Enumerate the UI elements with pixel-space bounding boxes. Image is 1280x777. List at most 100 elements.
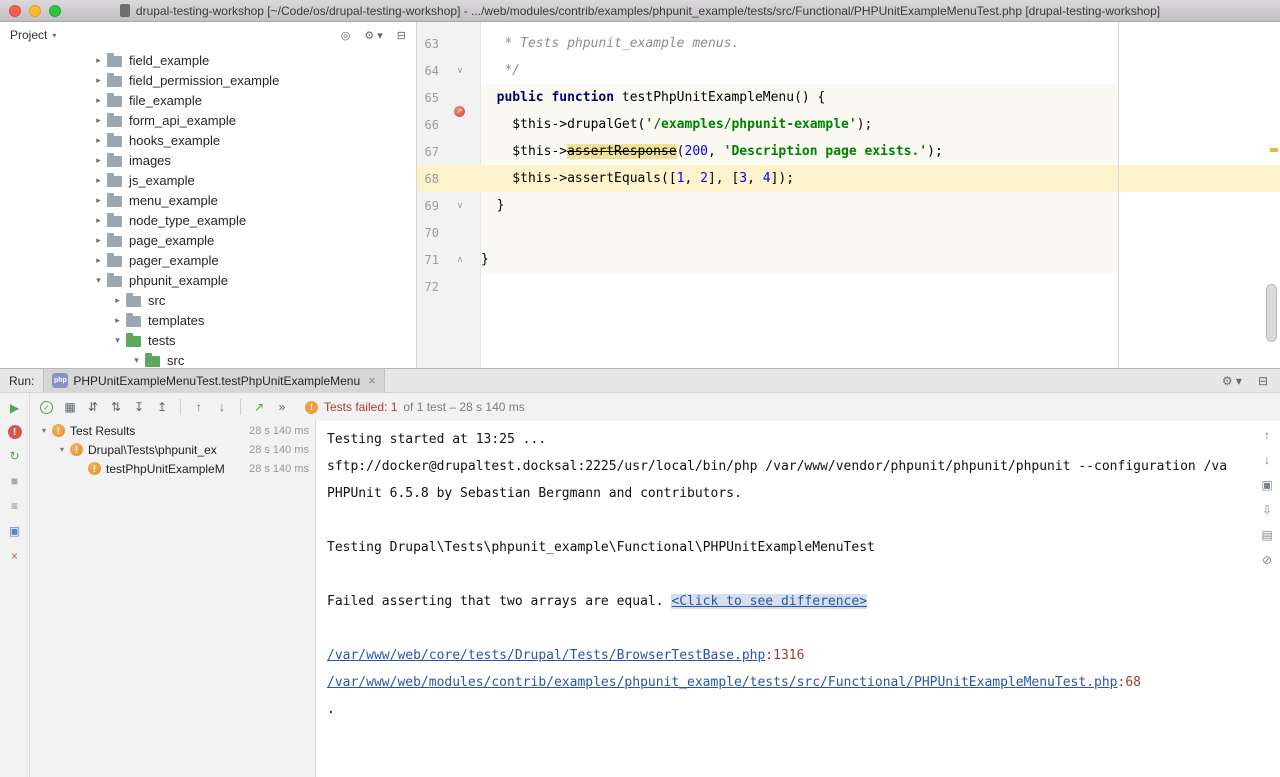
- rerun-failed-tests-button[interactable]: !: [8, 425, 22, 439]
- chevron-down-icon[interactable]: ▾: [128, 355, 145, 366]
- editor-scrollbar-thumb[interactable]: [1266, 284, 1277, 342]
- hide-passed-icon[interactable]: ✓: [40, 401, 53, 414]
- down-stack-trace-icon[interactable]: ↓: [1264, 453, 1270, 467]
- track-running-test-icon[interactable]: ▦: [61, 398, 79, 416]
- editor-gutter[interactable]: 69∨: [417, 192, 481, 219]
- close-button[interactable]: ×: [7, 548, 23, 564]
- editor-gutter[interactable]: 64∨: [417, 57, 481, 84]
- chevron-down-icon[interactable]: ▾: [52, 31, 56, 40]
- code-text[interactable]: $this->assertEquals([1, 2], [3, 4]);: [481, 165, 1280, 192]
- project-tree-item[interactable]: ▾phpunit_example: [0, 270, 416, 290]
- project-tree-item[interactable]: ▸page_example: [0, 230, 416, 250]
- editor-gutter[interactable]: 68: [417, 165, 481, 192]
- chevron-right-icon[interactable]: ▸: [90, 75, 107, 86]
- code-line[interactable]: 63 * Tests phpunit_example menus.: [417, 30, 1280, 57]
- code-text[interactable]: * Tests phpunit_example menus.: [481, 30, 1280, 57]
- project-tree-item[interactable]: ▸file_example: [0, 90, 416, 110]
- restore-layout-icon[interactable]: ▣: [1261, 478, 1272, 492]
- console-link[interactable]: /var/www/web/core/tests/Drupal/Tests/Bro…: [327, 648, 765, 663]
- chevron-right-icon[interactable]: ▸: [90, 95, 107, 106]
- test-tree-item[interactable]: ▾!Drupal\Tests\phpunit_ex28 s 140 ms: [30, 440, 315, 459]
- editor-gutter[interactable]: 71∧: [417, 246, 481, 273]
- chevron-right-icon[interactable]: ▸: [90, 255, 107, 266]
- project-tree-item[interactable]: ▸form_api_example: [0, 110, 416, 130]
- code-line[interactable]: 67 $this->assertResponse(200, 'Descripti…: [417, 138, 1280, 165]
- project-tree-item[interactable]: ▸js_example: [0, 170, 416, 190]
- up-stack-trace-icon[interactable]: ↑: [1264, 428, 1270, 442]
- chevron-right-icon[interactable]: ▸: [90, 215, 107, 226]
- stop-button[interactable]: ■: [7, 473, 23, 489]
- console-link[interactable]: <Click to see difference>: [671, 594, 867, 609]
- scroll-to-end-icon[interactable]: ⇩: [1262, 503, 1272, 517]
- editor-gutter[interactable]: 72: [417, 273, 481, 300]
- clear-console-icon[interactable]: ⊘: [1262, 553, 1272, 567]
- project-tree-item[interactable]: ▸menu_example: [0, 190, 416, 210]
- gear-icon[interactable]: ⚙ ▾: [364, 29, 382, 42]
- chevron-right-icon[interactable]: ▸: [90, 135, 107, 146]
- project-tree-item[interactable]: ▾tests: [0, 330, 416, 350]
- console-link[interactable]: /var/www/web/modules/contrib/examples/ph…: [327, 675, 1118, 690]
- dump-threads-button[interactable]: ≡: [7, 498, 23, 514]
- collapse-all-icon[interactable]: ↥: [153, 398, 171, 416]
- close-window-button[interactable]: [9, 5, 21, 17]
- console-output[interactable]: Testing started at 13:25 ...sftp://docke…: [316, 421, 1280, 777]
- project-panel-title[interactable]: Project: [10, 28, 47, 42]
- project-tree-item[interactable]: ▸src: [0, 290, 416, 310]
- code-text[interactable]: }: [481, 246, 1280, 273]
- code-line[interactable]: 71∧}: [417, 246, 1280, 273]
- editor-gutter[interactable]: 63: [417, 30, 481, 57]
- chevron-right-icon[interactable]: ▸: [90, 195, 107, 206]
- project-tree-item[interactable]: ▸field_permission_example: [0, 70, 416, 90]
- code-line[interactable]: 72: [417, 273, 1280, 300]
- toggle-auto-test-button[interactable]: ↻: [7, 448, 23, 464]
- next-failed-test-icon[interactable]: ↓: [213, 398, 231, 416]
- code-text[interactable]: [481, 219, 1280, 246]
- chevron-right-icon[interactable]: ▸: [109, 295, 126, 306]
- expand-all-icon[interactable]: ↧: [130, 398, 148, 416]
- tree-console-splitter[interactable]: [314, 420, 318, 777]
- sort-by-duration-icon[interactable]: ⇵: [84, 398, 102, 416]
- fold-marker-icon[interactable]: ∧: [439, 246, 481, 273]
- fold-marker-icon[interactable]: ∨: [439, 57, 481, 84]
- restore-layout-button[interactable]: ▣: [7, 523, 23, 539]
- chevron-right-icon[interactable]: ▸: [90, 175, 107, 186]
- chevron-right-icon[interactable]: ▸: [90, 115, 107, 126]
- chevron-down-icon[interactable]: ▾: [36, 426, 52, 435]
- close-icon[interactable]: ×: [368, 373, 376, 388]
- code-line[interactable]: 66 $this->drupalGet('/examples/phpunit-e…: [417, 111, 1280, 138]
- code-text[interactable]: public function testPhpUnitExampleMenu()…: [481, 84, 1280, 111]
- editor-run-splitter[interactable]: [0, 366, 1280, 370]
- project-tree-item[interactable]: ▸field_example: [0, 50, 416, 70]
- minimize-window-button[interactable]: [29, 5, 41, 17]
- code-line[interactable]: 64∨ */: [417, 57, 1280, 84]
- hide-panel-icon[interactable]: ⊟: [1258, 374, 1268, 388]
- chevron-down-icon[interactable]: ▾: [54, 445, 70, 454]
- rerun-button[interactable]: ▶: [7, 400, 23, 416]
- test-tree-item[interactable]: ▾!Test Results28 s 140 ms: [30, 421, 315, 440]
- code-text[interactable]: $this->assertResponse(200, 'Description …: [481, 138, 1280, 165]
- project-tree-item[interactable]: ▸images: [0, 150, 416, 170]
- code-line[interactable]: 68 $this->assertEquals([1, 2], [3, 4]);: [417, 165, 1280, 192]
- chevron-right-icon[interactable]: ▸: [90, 155, 107, 166]
- fold-marker-icon[interactable]: ∨: [439, 192, 481, 219]
- project-tree-item[interactable]: ▸hooks_example: [0, 130, 416, 150]
- editor-gutter[interactable]: 66: [417, 111, 481, 138]
- editor-gutter[interactable]: 70: [417, 219, 481, 246]
- more-options-icon[interactable]: »: [273, 398, 291, 416]
- project-tree-item[interactable]: ▸pager_example: [0, 250, 416, 270]
- export-test-results-icon[interactable]: ↗: [250, 398, 268, 416]
- project-tree-item[interactable]: ▸node_type_example: [0, 210, 416, 230]
- locate-file-icon[interactable]: ◎: [341, 29, 351, 42]
- project-tree-item[interactable]: ▸templates: [0, 310, 416, 330]
- code-text[interactable]: $this->drupalGet('/examples/phpunit-exam…: [481, 111, 1280, 138]
- chevron-down-icon[interactable]: ▾: [109, 335, 126, 346]
- chevron-right-icon[interactable]: ▸: [90, 55, 107, 66]
- chevron-down-icon[interactable]: ▾: [90, 275, 107, 286]
- chevron-right-icon[interactable]: ▸: [109, 315, 126, 326]
- test-tree-item[interactable]: !testPhpUnitExampleM28 s 140 ms: [30, 459, 315, 478]
- hide-panel-icon[interactable]: ⊟: [397, 29, 406, 42]
- code-text[interactable]: [481, 273, 1280, 300]
- editor[interactable]: 63 * Tests phpunit_example menus.64∨ */6…: [417, 22, 1280, 368]
- chevron-right-icon[interactable]: ▸: [90, 235, 107, 246]
- code-line[interactable]: 69∨ }: [417, 192, 1280, 219]
